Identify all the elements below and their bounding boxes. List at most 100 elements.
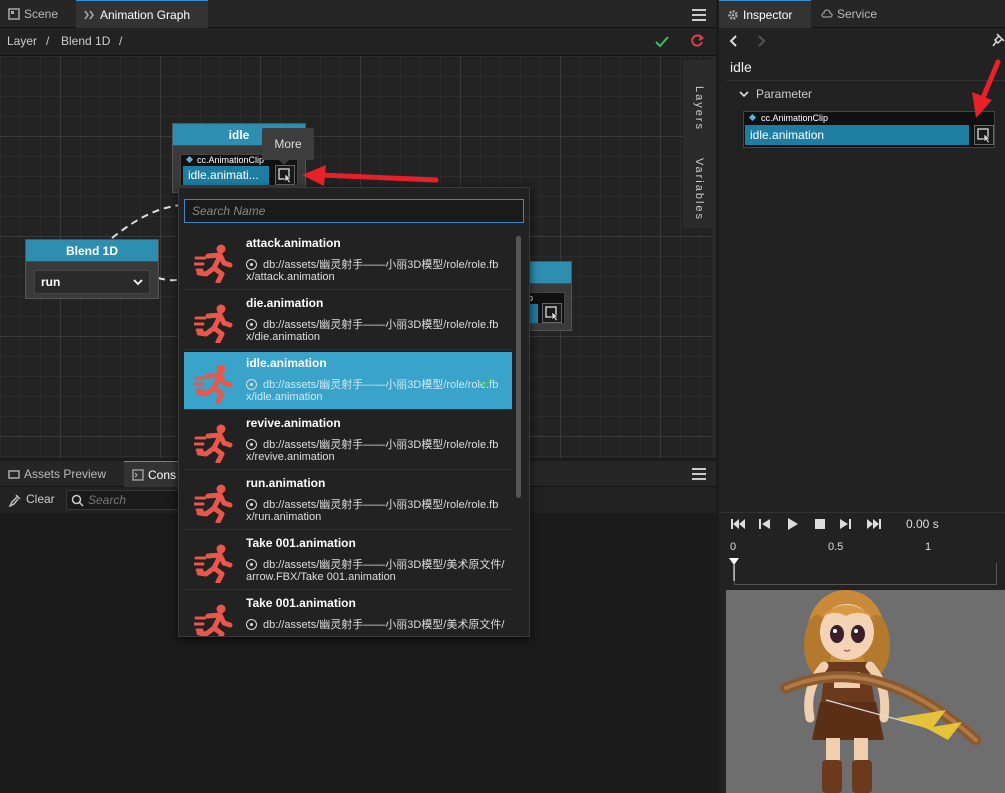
picker-item-path-text: db://assets/幽灵射手——小丽3D模型/role/role.fb	[263, 379, 499, 391]
picker-item-name: revive.animation	[246, 416, 341, 430]
breadcrumb-blend1d[interactable]: Blend 1D	[61, 34, 110, 48]
picker-item-path-cont: x/revive.animation	[246, 451, 335, 463]
picker-item-path: db://assets/幽灵射手——小丽3D模型/role/role.fb	[246, 376, 498, 392]
breadcrumb-separator: /	[46, 34, 50, 48]
animation-clip-icon	[194, 423, 234, 463]
picker-item-name: idle.animation	[246, 356, 327, 370]
step-forward-icon[interactable]	[839, 518, 851, 530]
picker-search-input[interactable]: Search Name	[184, 199, 524, 223]
picker-list-item[interactable]: attack.animation db://assets/幽灵射手——小丽3D模型…	[184, 232, 512, 290]
inspector-clip-box: cc.AnimationClip idle.animation	[743, 111, 995, 148]
picker-item-path: db://assets/幽灵射手——小丽3D模型/role/role.fb	[246, 496, 498, 512]
picker-list-item[interactable]: idle.animation db://assets/幽灵射手——小丽3D模型/r…	[184, 352, 512, 410]
gear-icon	[727, 9, 739, 21]
refresh-icon[interactable]	[690, 34, 704, 48]
animation-clip-icon	[194, 303, 234, 343]
step-back-icon[interactable]	[759, 518, 771, 530]
annotation-arrow-left	[302, 165, 439, 186]
panel-menu-icon[interactable]	[692, 9, 706, 21]
animation-clip-icon	[194, 543, 234, 583]
skip-to-end-icon[interactable]	[867, 518, 881, 530]
picker-item-name: attack.animation	[246, 236, 341, 250]
ruler-label-1: 1	[925, 541, 932, 553]
picker-list-item[interactable]: revive.animation db://assets/幽灵射手——小丽3D模型…	[184, 412, 512, 470]
picker-item-name: run.animation	[246, 476, 326, 490]
tab-inspector[interactable]: Inspector	[719, 0, 811, 28]
picker-item-path: db://assets/幽灵射手——小丽3D模型/美术原文件/	[246, 556, 504, 572]
more-tooltip: More	[262, 128, 314, 160]
inspector-panel: Inspector Service idle Parameter cc.Anim…	[719, 0, 1005, 793]
tab-animation-graph[interactable]: Animation Graph	[76, 0, 208, 28]
playback-time: 0.00 s	[906, 517, 939, 531]
picker-item-path-cont: x/attack.animation	[246, 271, 335, 283]
console-icon	[132, 469, 144, 481]
picker-list-item[interactable]: die.animation db://assets/幽灵射手——小丽3D模型/ro…	[184, 292, 512, 350]
tab-console[interactable]: Cons	[124, 461, 184, 487]
picker-item-path-text: db://assets/幽灵射手——小丽3D模型/美术原文件/	[263, 559, 505, 571]
inspector-divider	[726, 80, 1005, 81]
forward-icon[interactable]	[757, 34, 767, 48]
picker-item-name: die.animation	[246, 296, 324, 310]
animation-graph-icon	[84, 9, 96, 21]
broom-icon	[8, 494, 21, 507]
console-search-placeholder: Search	[88, 493, 127, 507]
picker-list-item[interactable]: Take 001.animation db://assets/幽灵射手——小丽3D…	[184, 532, 512, 590]
inspector-pick-button[interactable]	[974, 125, 994, 145]
timeline-ruler[interactable]: 0 0.5 1	[726, 541, 998, 585]
picker-item-path-cont: arrow.FBX/Take 001.animation	[246, 571, 396, 583]
cursor-pick-icon	[977, 128, 991, 144]
tab-scene[interactable]: Scene	[0, 0, 74, 28]
ruler-track	[734, 563, 997, 585]
picker-item-path: db://assets/幽灵射手——小丽3D模型/role/role.fb	[246, 436, 498, 452]
picker-item-name: Take 001.animation	[246, 596, 356, 610]
tooltip-pointer	[279, 160, 289, 165]
layers-tab[interactable]: Layers	[683, 60, 715, 140]
picker-item-path-text: db://assets/幽灵射手——小丽3D模型/role/role.fb	[263, 319, 499, 331]
tab-assets-preview[interactable]: Assets Preview	[0, 461, 122, 487]
picker-scrollbar[interactable]	[516, 236, 521, 498]
blend1d-node[interactable]: Blend 1D run	[25, 239, 159, 299]
picker-list-item[interactable]: Take 001.animation db://assets/幽灵射手——小丽3D…	[184, 592, 512, 636]
bottom-panel-menu-icon[interactable]	[692, 468, 706, 480]
asset-db-icon	[246, 379, 257, 390]
animation-preview-viewport[interactable]	[726, 590, 1005, 793]
asset-db-icon	[246, 619, 257, 630]
inspector-clip-field[interactable]: idle.animation	[745, 125, 969, 145]
check-icon[interactable]	[654, 35, 670, 49]
variables-tab[interactable]: Variables	[683, 140, 715, 228]
run-node-pick-button[interactable]	[542, 303, 562, 323]
idle-node-clip-type: cc.AnimationClip	[197, 155, 265, 165]
picker-list-item[interactable]: run.animation db://assets/幽灵射手——小丽3D模型/ro…	[184, 472, 512, 530]
skip-to-start-icon[interactable]	[731, 518, 745, 530]
parameter-section-header[interactable]: Parameter	[719, 84, 1005, 104]
tab-service-label: Service	[837, 7, 878, 21]
asset-db-icon	[246, 319, 257, 330]
playhead-marker[interactable]	[728, 557, 740, 581]
variables-tab-label: Variables	[693, 158, 705, 222]
idle-node-pick-button[interactable]	[275, 165, 295, 185]
blend1d-node-title: Blend 1D	[26, 240, 158, 262]
clear-button-label: Clear	[26, 492, 55, 506]
tab-animation-graph-label: Animation Graph	[100, 8, 191, 22]
play-icon[interactable]	[787, 517, 799, 531]
breadcrumb-layer[interactable]: Layer	[7, 34, 37, 48]
blend1d-select[interactable]: run	[34, 270, 150, 294]
tab-service[interactable]: Service	[813, 0, 895, 28]
stop-icon[interactable]	[814, 518, 826, 530]
console-search-input[interactable]: Search	[66, 490, 184, 510]
back-icon[interactable]	[728, 34, 738, 48]
cloud-icon	[821, 8, 833, 20]
animation-clip-icon	[194, 603, 234, 636]
idle-node-clip-field[interactable]: idle.animati...	[183, 166, 269, 185]
graph-vertical-scrollbar[interactable]	[712, 56, 716, 458]
tab-scene-label: Scene	[24, 7, 59, 21]
picker-item-name: Take 001.animation	[246, 536, 356, 550]
breadcrumb-separator: /	[119, 34, 123, 48]
picker-item-path-cont: x/run.animation	[246, 511, 322, 523]
search-icon	[71, 494, 84, 507]
inspector-node-name: idle	[730, 59, 752, 75]
pin-icon[interactable]	[992, 33, 1005, 47]
blend1d-select-value: run	[41, 275, 61, 289]
picker-item-path: db://assets/幽灵射手——小丽3D模型/美术原文件/	[246, 616, 504, 632]
asset-db-icon	[246, 559, 257, 570]
